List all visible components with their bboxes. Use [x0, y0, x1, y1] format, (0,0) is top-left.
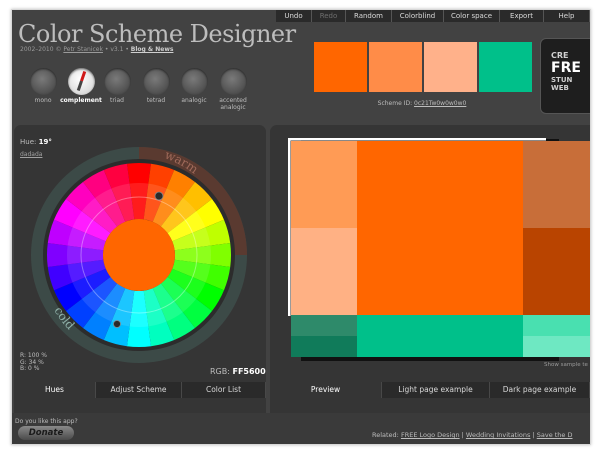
analogic-dial-icon — [180, 68, 208, 95]
sample-text-toggle[interactable]: Show sample te — [544, 362, 588, 368]
swatch-complement[interactable] — [479, 42, 532, 92]
preview-block-primary-muted — [523, 141, 590, 228]
related-label: Related: — [372, 431, 401, 439]
related-link-wedding[interactable]: Wedding Invitations — [466, 431, 530, 439]
app-title: Color Scheme Designer — [18, 20, 296, 48]
complement-hue-handle[interactable] — [113, 320, 121, 328]
author-link[interactable]: Petr Stanicek — [63, 46, 103, 53]
app-window: Color Scheme Designer 2002–2010 © Petr S… — [11, 9, 591, 445]
rgb-hex-label: RGB: — [210, 367, 233, 376]
tab-preview[interactable]: Preview — [270, 382, 382, 398]
hues-panel: warm cold Hue: 19° dadada R: 100 % G: 34… — [14, 125, 266, 425]
scheme-id: Scheme ID: 0c21Tw0w0w0w0 — [312, 100, 532, 107]
tab-adjust-scheme[interactable]: Adjust Scheme — [96, 382, 182, 398]
ad-line-1: CRE — [551, 51, 569, 60]
scheme-id-label: Scheme ID: — [377, 100, 415, 107]
donate-question: Do you like this app? — [15, 418, 78, 425]
ad-line-2: FRE — [551, 60, 581, 76]
menu-help[interactable]: Help — [544, 10, 590, 22]
preview-block-complement-dark — [291, 336, 357, 357]
menu-redo[interactable]: Redo — [312, 10, 346, 22]
menu-random[interactable]: Random — [346, 10, 392, 22]
menu-export[interactable]: Export — [500, 10, 544, 22]
menu-undo[interactable]: Undo — [276, 10, 312, 22]
ad-line-3: STUN — [551, 76, 573, 84]
blog-link[interactable]: Blog & News — [131, 46, 174, 53]
hue-link[interactable]: dadada — [20, 151, 42, 158]
tetrad-dial-icon — [142, 68, 170, 95]
tab-light-page-example[interactable]: Light page example — [382, 382, 490, 398]
hue-label-text: Hue: — [20, 138, 39, 146]
primary-hue-handle[interactable] — [154, 191, 164, 201]
preview-block-primary-lighter — [291, 228, 357, 315]
preview-svg — [288, 138, 590, 361]
triad-dial-icon — [103, 68, 131, 95]
related-link-logo[interactable]: FREE Logo Design — [401, 431, 460, 439]
ad-line-4: WEB — [551, 84, 569, 92]
color-wheel-svg: warm cold — [31, 147, 247, 363]
top-menu-bar: Undo Redo Random Colorblind Color space … — [276, 10, 590, 22]
complement-dial-icon — [67, 68, 95, 95]
rgb-hex-value: FF5600 — [232, 367, 266, 376]
preview-border-top — [290, 138, 546, 141]
preview-block-primary-dark — [523, 228, 590, 315]
accented-analogic-dial-icon — [219, 68, 247, 95]
tab-dark-page-example[interactable]: Dark page example — [490, 382, 590, 398]
preview-block-primary — [357, 141, 523, 315]
footer-bar: Do you like this app? Donate Related: FR… — [12, 413, 590, 444]
donate-button[interactable]: Donate — [18, 426, 74, 440]
swatch-secondary-b[interactable] — [424, 42, 477, 92]
rgb-b: B: 0 % — [20, 365, 40, 372]
preview-block-complement-light — [523, 315, 590, 336]
hue-value: 19° — [38, 138, 52, 146]
mode-label: accented analogic — [219, 97, 247, 111]
tab-hues[interactable]: Hues — [14, 382, 96, 398]
preview-block-primary-light — [291, 141, 357, 228]
mono-dial-icon — [29, 68, 57, 95]
copyright-text: 2002–2010 © — [20, 46, 64, 53]
mode-accented-analogic[interactable]: accented analogic — [208, 68, 258, 111]
current-hue-center — [103, 219, 175, 291]
meta-line: 2002–2010 © Petr Stanicek • v3.1 • Blog … — [20, 46, 173, 53]
rgb-hex-readout: RGB: FF5600 — [210, 367, 266, 376]
related-link-save[interactable]: Save the D — [537, 431, 573, 439]
swatch-secondary-a[interactable] — [369, 42, 422, 92]
preview-block-complement-lighter — [523, 336, 590, 357]
menu-color-space[interactable]: Color space — [444, 10, 500, 22]
ad-banner[interactable]: CRE FRE STUN WEB — [540, 38, 590, 114]
preview-border-left — [288, 138, 291, 316]
version-text: • v3.1 • — [102, 46, 131, 53]
preview-panel: Show sample te — [270, 125, 590, 425]
related-links: Related: FREE Logo Design | Wedding Invi… — [372, 431, 573, 439]
swatch-primary[interactable] — [314, 42, 367, 92]
menu-colorblind[interactable]: Colorblind — [392, 10, 444, 22]
preview-block-complement — [357, 315, 523, 357]
scheme-id-value[interactable]: 0c21Tw0w0w0w0 — [414, 100, 466, 107]
tab-color-list[interactable]: Color List — [182, 382, 266, 398]
hue-readout: Hue: 19° — [20, 138, 52, 146]
preview-block-complement-muted — [291, 315, 357, 336]
rgb-percent-readout: R: 100 % G: 34 % B: 0 % — [20, 352, 47, 373]
